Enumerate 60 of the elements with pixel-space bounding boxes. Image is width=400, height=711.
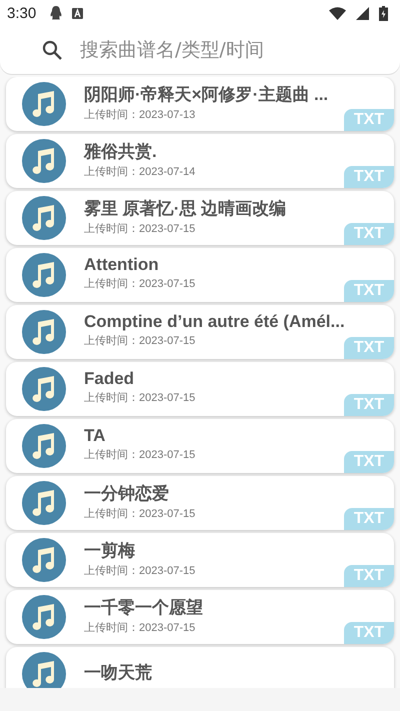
song-card[interactable]: 雅俗共赏. 上传时间：2023-07-14 TXT [6,134,394,188]
song-title: 雅俗共赏. [84,140,158,162]
song-card[interactable]: 阴阳师·帝释天×阿修罗·主题曲 ... 上传时间：2023-07-13 TXT [6,77,394,131]
song-title: Attention [84,255,160,275]
penguin-icon [50,6,62,20]
song-card[interactable]: TA 上传时间：2023-07-15 TXT [6,419,394,473]
file-type-tag: TXT [344,565,394,587]
upload-date: 上传时间：2023-07-14 [84,164,196,178]
song-title: 一分钟恋爱 [84,482,170,504]
song-title: 一吻天荒 [84,662,152,684]
upload-date: 上传时间：2023-07-15 [84,506,196,520]
upload-date: 上传时间：2023-07-15 [84,222,196,236]
status-time: 3:30 [7,4,36,22]
file-type-tag: TXT [344,394,394,416]
file-type-tag: TXT [344,622,394,644]
file-type-tag: TXT [344,451,394,473]
music-note-icon [22,139,66,183]
upload-date: 上传时间：2023-07-15 [84,391,196,405]
song-title: 雾里 原著忆·思 边晴画改编 [84,198,286,220]
music-note-icon [22,310,66,354]
music-note-icon [22,424,66,468]
music-note-icon [22,538,66,582]
song-card[interactable]: 一吻天荒 [6,647,394,688]
font-icon [72,8,84,18]
song-card[interactable]: Comptine d’un autre été (Amél... 上传时间：2023-07-15 TXT [6,305,394,359]
upload-date: 上传时间：2023-07-15 [84,334,196,348]
song-card[interactable]: Faded 上传时间：2023-07-15 TXT [6,362,394,416]
song-title: Comptine d’un autre été (Amél... [84,312,345,332]
file-type-tag: TXT [344,166,394,188]
song-title: 一剪梅 [84,540,136,562]
music-note-icon [22,196,66,240]
upload-date: 上传时间：2023-07-13 [84,108,196,122]
battery-icon [379,6,388,20]
music-note-icon [22,481,66,525]
search-icon [42,40,62,60]
signal-icon [356,6,369,20]
song-card[interactable]: 一千零一个愿望 上传时间：2023-07-15 TXT [6,590,394,644]
file-type-tag: TXT [344,109,394,131]
music-note-icon [22,595,66,639]
song-title: 阴阳师·帝释天×阿修罗·主题曲 ... [84,84,328,106]
song-title: Faded [84,369,136,389]
upload-date: 上传时间：2023-07-15 [84,448,196,462]
music-note-icon [22,253,66,297]
song-card[interactable]: 一剪梅 上传时间：2023-07-15 TXT [6,533,394,587]
music-note-icon [22,82,66,126]
file-type-tag: TXT [344,337,394,359]
song-card[interactable]: 一分钟恋爱 上传时间：2023-07-15 TXT [6,476,394,530]
song-title: TA [84,426,106,446]
song-card[interactable]: 雾里 原著忆·思 边晴画改编 上传时间：2023-07-15 TXT [6,191,394,245]
song-title: 一千零一个愿望 [84,596,203,618]
music-note-icon [22,367,66,411]
file-type-tag: TXT [344,508,394,530]
wifi-icon [329,6,346,20]
search-field[interactable]: 搜索曲谱名/类型/时间 [80,39,370,61]
upload-date: 上传时间：2023-07-15 [84,277,196,291]
file-type-tag: TXT [344,280,394,302]
upload-date: 上传时间：2023-07-15 [84,620,196,634]
upload-date: 上传时间：2023-07-15 [84,564,196,578]
song-card[interactable]: Attention 上传时间：2023-07-15 TXT [6,248,394,302]
file-type-tag: TXT [344,223,394,245]
